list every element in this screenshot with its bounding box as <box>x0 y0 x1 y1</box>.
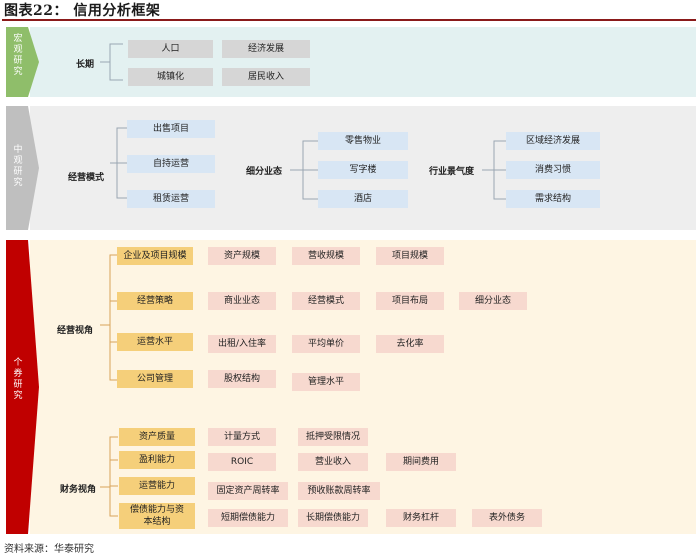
ops-group-operation: 运营水平 <box>117 333 193 351</box>
ops-group-strategy: 经营策略 <box>117 292 193 310</box>
mid-industry-consumption: 消费习惯 <box>506 161 600 179</box>
fin-operating-fixed-asset: 固定资产周转率 <box>208 482 288 500</box>
ops-strategy-layout: 项目布局 <box>376 292 444 310</box>
mid-segment-office: 写字楼 <box>318 161 408 179</box>
ops-strategy-model: 经营模式 <box>292 292 360 310</box>
ops-group-management: 公司管理 <box>117 370 193 388</box>
ops-operation-price: 平均单价 <box>292 335 360 353</box>
fin-group-solvency: 偿债能力与资本结构 <box>119 503 195 529</box>
macro-item-economy: 经济发展 <box>222 40 310 58</box>
ops-operation-destock: 去化率 <box>376 335 444 353</box>
macro-label: 长期 <box>76 60 95 70</box>
macro-item-urbanization: 城镇化 <box>128 68 213 86</box>
fin-solvency-long: 长期偿债能力 <box>298 509 368 527</box>
connector-lines <box>100 43 506 517</box>
mid-model-label: 经营模式 <box>68 173 105 183</box>
mid-model-self: 自持运营 <box>127 155 215 173</box>
ops-strategy-commercial: 商业业态 <box>208 292 276 310</box>
fin-asset-measurement: 计量方式 <box>208 428 276 446</box>
fin-profit-roic: ROIC <box>208 453 276 471</box>
source-note: 资料来源：华泰研究 <box>4 544 94 555</box>
ops-group-scale: 企业及项目规模 <box>117 247 193 265</box>
fin-solvency-leverage: 财务杠杆 <box>386 509 456 527</box>
fin-group-operating: 运营能力 <box>119 477 195 495</box>
ops-management-level: 管理水平 <box>292 373 360 391</box>
micro-fin-label: 财务视角 <box>60 485 97 495</box>
mid-segment-label: 细分业态 <box>246 167 283 177</box>
mid-segment-hotel: 酒店 <box>318 190 408 208</box>
macro-item-income: 居民收入 <box>222 68 310 86</box>
ops-management-equity: 股权结构 <box>208 370 276 388</box>
ops-scale-revenue: 营收规模 <box>292 247 360 265</box>
fin-operating-advance: 预收账款周转率 <box>298 482 380 500</box>
ops-strategy-segment: 细分业态 <box>459 292 527 310</box>
ops-operation-occupancy: 出租/入住率 <box>208 335 276 353</box>
ops-scale-projects: 项目规模 <box>376 247 444 265</box>
mid-model-sale: 出售项目 <box>127 120 215 138</box>
ops-scale-assets: 资产规模 <box>208 247 276 265</box>
mid-industry-regional: 区域经济发展 <box>506 132 600 150</box>
fin-solvency-offbalance: 表外债务 <box>472 509 542 527</box>
fin-solvency-short: 短期偿债能力 <box>208 509 288 527</box>
fin-group-profitability: 盈利能力 <box>119 451 195 469</box>
fin-profit-expense: 期间费用 <box>386 453 456 471</box>
mid-segment-retail: 零售物业 <box>318 132 408 150</box>
micro-ops-label: 经营视角 <box>57 326 94 336</box>
mid-model-lease: 租赁运营 <box>127 190 215 208</box>
mid-industry-label: 行业景气度 <box>429 167 475 177</box>
fin-profit-revenue: 营业收入 <box>298 453 368 471</box>
mid-industry-demand: 需求结构 <box>506 190 600 208</box>
macro-item-population: 人口 <box>128 40 213 58</box>
fin-asset-pledge: 抵押受限情况 <box>298 428 368 446</box>
fin-group-asset-quality: 资产质量 <box>119 428 195 446</box>
